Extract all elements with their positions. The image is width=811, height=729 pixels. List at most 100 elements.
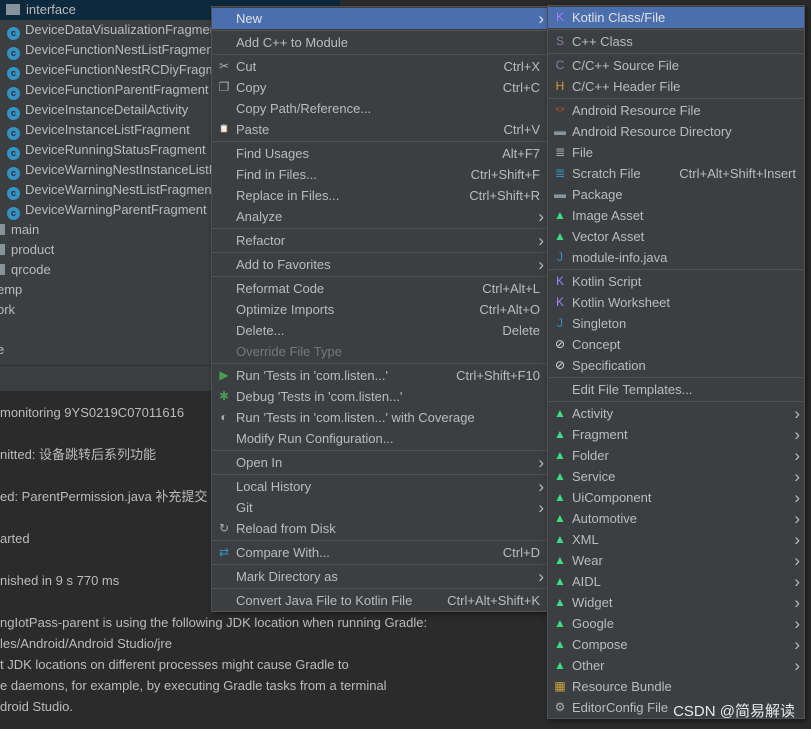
menu-item-label: Delete...	[236, 323, 285, 338]
menu-item-replace-in-files[interactable]: Replace in Files... Ctrl+Shift+R	[212, 185, 548, 206]
menu-item-specification[interactable]: ⊘ Specification	[548, 355, 804, 376]
menu-item-reformat-code[interactable]: Reformat Code Ctrl+Alt+L	[212, 278, 548, 299]
concept-icon: ⊘	[554, 337, 566, 351]
menu-item-git[interactable]: Git ›	[212, 497, 548, 518]
tree-item-deviceinstancedetailactivity[interactable]: c DeviceInstanceDetailActivity	[7, 100, 188, 120]
menu-item-compare-with[interactable]: ⇄ Compare With... Ctrl+D	[212, 542, 548, 563]
menu-item-new[interactable]: New ›	[212, 8, 548, 29]
menu-item-automotive[interactable]: ▲ Automotive ›	[548, 508, 804, 529]
chevron-right-icon: ›	[794, 656, 800, 675]
menu-item-cut[interactable]: ✂ Cut Ctrl+X	[212, 56, 548, 77]
tree-item-devicewarningparentfragment[interactable]: c DeviceWarningParentFragment	[7, 200, 207, 220]
menu-item-image-asset[interactable]: ▲ Image Asset	[548, 205, 804, 226]
menu-item-wear[interactable]: ▲ Wear ›	[548, 550, 804, 571]
menu-item-convert-java-file-to-kotlin-file[interactable]: Convert Java File to Kotlin File Ctrl+Alt…	[212, 590, 548, 611]
menu-item-label: Scratch File	[572, 166, 641, 181]
menu-item-modify-run-configuration[interactable]: Modify Run Configuration...	[212, 428, 548, 449]
tree-item-main[interactable]: main	[0, 220, 39, 240]
menu-separator	[548, 377, 804, 378]
menu-item-service[interactable]: ▲ Service ›	[548, 466, 804, 487]
tree-item-devicedatavisualizationfragment[interactable]: c DeviceDataVisualizationFragment	[7, 20, 221, 40]
menu-item-aidl[interactable]: ▲ AIDL ›	[548, 571, 804, 592]
menu-item-c-c-header-file[interactable]: H C/C++ Header File	[548, 76, 804, 97]
tree-item-deviceinstancelistfragment[interactable]: c DeviceInstanceListFragment	[7, 120, 190, 140]
menu-item-compose[interactable]: ▲ Compose ›	[548, 634, 804, 655]
menu-item-android-resource-directory[interactable]: ▬ Android Resource Directory	[548, 121, 804, 142]
tree-item-devicefunctionparentfragment[interactable]: c DeviceFunctionParentFragment	[7, 80, 209, 100]
menu-item-uicomponent[interactable]: ▲ UiComponent ›	[548, 487, 804, 508]
android-icon: ▲	[554, 658, 566, 672]
menu-item-xml[interactable]: ▲ XML ›	[548, 529, 804, 550]
menu-item-android-resource-file[interactable]: <> Android Resource File	[548, 100, 804, 121]
menu-item-mark-directory-as[interactable]: Mark Directory as ›	[212, 566, 548, 587]
gear-icon: ⚙	[554, 700, 566, 714]
shortcut-label: Ctrl+Alt+L	[482, 281, 540, 296]
tree-item-e[interactable]: e	[0, 340, 4, 360]
tree-item-devicefunctionnestrcdiyfragment[interactable]: c DeviceFunctionNestRCDiyFragment	[7, 60, 235, 80]
menu-item-add-to-favorites[interactable]: Add to Favorites ›	[212, 254, 548, 275]
menu-item-kotlin-class-file[interactable]: K Kotlin Class/File	[548, 7, 804, 28]
debug-bug-icon: ✱	[218, 389, 230, 403]
menu-item-vector-asset[interactable]: ▲ Vector Asset	[548, 226, 804, 247]
menu-item-label: Debug 'Tests in 'com.listen...'	[236, 389, 403, 404]
new-submenu: K Kotlin Class/File S C++ Class C C/C++ Sourc…	[547, 5, 805, 719]
menu-item-delete[interactable]: Delete... Delete	[212, 320, 548, 341]
menu-item-kotlin-script[interactable]: K Kotlin Script	[548, 271, 804, 292]
menu-item-folder[interactable]: ▲ Folder ›	[548, 445, 804, 466]
reload-icon: ↻	[218, 521, 230, 535]
class-icon: c	[7, 27, 20, 40]
tree-item-product[interactable]: product	[0, 240, 54, 260]
menu-item-run-tests-in-com-listen[interactable]: ▶ Run 'Tests in 'com.listen...' Ctrl+Shift…	[212, 365, 548, 386]
menu-item-widget[interactable]: ▲ Widget ›	[548, 592, 804, 613]
menu-item-label: Compare With...	[236, 545, 330, 560]
menu-item-scratch-file[interactable]: ≣ Scratch File Ctrl+Alt+Shift+Insert	[548, 163, 804, 184]
android-icon: ▲	[554, 574, 566, 588]
menu-item-copy[interactable]: ❐ Copy Ctrl+C	[212, 77, 548, 98]
chevron-right-icon: ›	[794, 467, 800, 486]
menu-item-singleton[interactable]: J Singleton	[548, 313, 804, 334]
menu-item-override-file-type: Override File Type	[212, 341, 548, 362]
tree-item-devicefunctionnestlistfragment[interactable]: c DeviceFunctionNestListFragment	[7, 40, 217, 60]
class-icon: c	[7, 107, 20, 120]
menu-item-package[interactable]: ▬ Package	[548, 184, 804, 205]
chevron-right-icon: ›	[538, 498, 544, 517]
menu-item-refactor[interactable]: Refactor ›	[212, 230, 548, 251]
menu-item-google[interactable]: ▲ Google ›	[548, 613, 804, 634]
menu-item-reload-from-disk[interactable]: ↻ Reload from Disk	[212, 518, 548, 539]
menu-item-module-info-java[interactable]: Jmodule-info.java	[548, 247, 804, 268]
menu-item-resource-bundle[interactable]: ▦ Resource Bundle	[548, 676, 804, 697]
chevron-right-icon: ›	[794, 488, 800, 507]
menu-item-c-class[interactable]: S C++ Class	[548, 31, 804, 52]
tree-item-devicerunningstatusfragment[interactable]: c DeviceRunningStatusFragment	[7, 140, 206, 160]
menu-item-add-c-to-module[interactable]: Add C++ to Module	[212, 32, 548, 53]
android-icon: ▲	[554, 532, 566, 546]
menu-item-fragment[interactable]: ▲ Fragment ›	[548, 424, 804, 445]
tree-item-qrcode[interactable]: qrcode	[0, 260, 51, 280]
menu-item-find-usages[interactable]: Find Usages Alt+F7	[212, 143, 548, 164]
menu-item-find-in-files[interactable]: Find in Files... Ctrl+Shift+F	[212, 164, 548, 185]
menu-item-optimize-imports[interactable]: Optimize Imports Ctrl+Alt+O	[212, 299, 548, 320]
menu-item-edit-file-templates[interactable]: Edit File Templates...	[548, 379, 804, 400]
chevron-right-icon: ›	[794, 425, 800, 444]
menu-item-copy-path-reference[interactable]: Copy Path/Reference...	[212, 98, 548, 119]
menu-item-file[interactable]: ≣ File	[548, 142, 804, 163]
tree-item-devicewarningnestlistfragment[interactable]: c DeviceWarningNestListFragment	[7, 180, 215, 200]
tree-item-ork[interactable]: ork	[0, 300, 15, 320]
menu-item-run-tests-in-com-listen-with-coverage[interactable]: ◐ Run 'Tests in 'com.listen...' with Cove…	[212, 407, 548, 428]
menu-item-debug-tests-in-com-listen[interactable]: ✱ Debug 'Tests in 'com.listen...'	[212, 386, 548, 407]
menu-item-paste[interactable]: 📋 Paste Ctrl+V	[212, 119, 548, 140]
menu-item-open-in[interactable]: Open In ›	[212, 452, 548, 473]
chevron-right-icon: ›	[794, 635, 800, 654]
menu-item-kotlin-worksheet[interactable]: K Kotlin Worksheet	[548, 292, 804, 313]
menu-item-activity[interactable]: ▲ Activity ›	[548, 403, 804, 424]
menu-item-analyze[interactable]: Analyze ›	[212, 206, 548, 227]
chevron-right-icon: ›	[794, 509, 800, 528]
shortcut-label: Ctrl+Shift+F	[470, 167, 540, 182]
tree-item-emp[interactable]: emp	[0, 280, 22, 300]
menu-item-label: Refactor	[236, 233, 286, 248]
menu-item-local-history[interactable]: Local History ›	[212, 476, 548, 497]
menu-item-c-c-source-file[interactable]: C C/C++ Source File	[548, 55, 804, 76]
android-icon: ▲	[554, 448, 566, 462]
menu-item-other[interactable]: ▲ Other ›	[548, 655, 804, 676]
menu-item-concept[interactable]: ⊘ Concept	[548, 334, 804, 355]
